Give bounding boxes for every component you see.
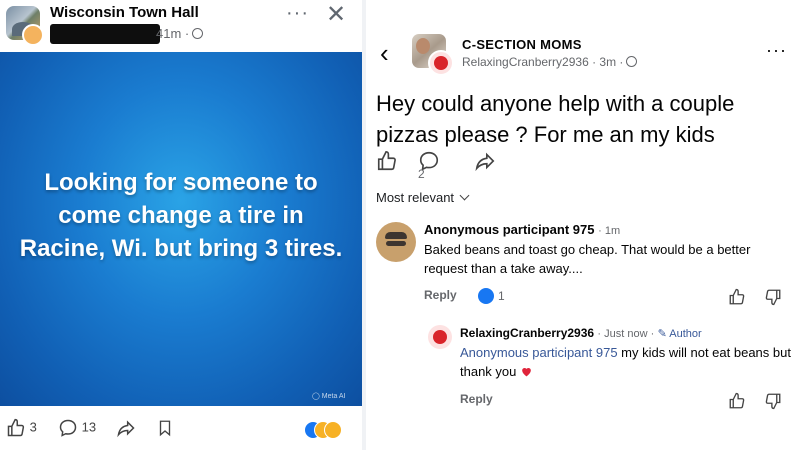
reply-author-avatar[interactable] (428, 325, 452, 349)
like-reaction-icon[interactable] (478, 288, 494, 304)
back-icon[interactable]: ‹ (380, 38, 389, 69)
left-post-panel: Wisconsin Town Hall 41m · ··· ✕ Looking … (0, 0, 362, 450)
group-name[interactable]: Wisconsin Town Hall (50, 4, 199, 21)
reply-button[interactable]: Reply (424, 288, 457, 302)
post-text: Hey could anyone help with a couple pizz… (376, 91, 735, 147)
close-icon[interactable]: ✕ (326, 0, 346, 29)
post-image[interactable]: Looking for someone to come change a tir… (0, 52, 362, 406)
share-button[interactable] (116, 418, 136, 438)
comment-text: Baked beans and toast go cheap. That wou… (424, 242, 751, 276)
reply-button[interactable]: Reply (460, 392, 493, 406)
downvote-icon[interactable] (764, 288, 782, 311)
globe-icon (626, 56, 638, 67)
wow-reaction-icon (324, 421, 342, 439)
upvote-icon[interactable] (728, 392, 746, 415)
comment-button[interactable]: 2 (418, 150, 440, 189)
post-header: Wisconsin Town Hall 41m · ··· ✕ (0, 0, 362, 52)
comment-sort-dropdown[interactable]: Most relevant (376, 190, 470, 205)
comment-actions: Reply 1 (424, 288, 794, 308)
post-subtitle: RelaxingCranberry2936 · 3m · (462, 55, 638, 69)
comment-count: 13 (81, 419, 97, 435)
post-image-text: Looking for someone to come change a tir… (19, 169, 343, 262)
thumbs-up-icon (7, 418, 25, 437)
thumbs-up-icon (377, 151, 396, 171)
right-post-panel: ‹ C-SECTION MOMS RelaxingCranberry2936 ·… (366, 0, 800, 450)
downvote-icon[interactable] (764, 392, 782, 415)
reply-text: Anonymous participant 975 my kids will n… (460, 345, 791, 379)
group-name[interactable]: C-SECTION MOMS (462, 37, 582, 52)
comment-button[interactable]: 13 (58, 418, 96, 438)
comment-time: · 1m (598, 225, 621, 237)
like-count: 3 (29, 419, 37, 435)
upvote-icon[interactable] (728, 288, 746, 311)
share-button[interactable] (474, 150, 496, 175)
like-button[interactable] (376, 150, 398, 175)
comment-author[interactable]: Anonymous participant 975 · 1m (424, 222, 620, 237)
globe-icon (192, 28, 204, 39)
redacted-author-name (50, 24, 160, 44)
share-icon (117, 420, 135, 438)
chevron-down-icon (459, 190, 470, 201)
reply-time: · Just now · (597, 328, 655, 340)
meta-ai-watermark: ◯ Meta AI (312, 393, 346, 400)
heart-icon (522, 367, 531, 377)
more-options-icon[interactable]: ··· (286, 2, 309, 25)
more-options-icon[interactable]: ··· (766, 40, 787, 61)
share-icon (475, 152, 495, 172)
anonymous-avatar[interactable] (376, 222, 416, 262)
post-actions-bar: 3 13 (0, 412, 362, 448)
sort-label: Most relevant (376, 190, 455, 205)
user-avatar[interactable] (428, 50, 454, 76)
comment-count: 2 (418, 167, 425, 181)
author-badge: ✎ Author (657, 328, 702, 340)
user-avatar[interactable] (22, 24, 44, 46)
mention-link[interactable]: Anonymous participant 975 (460, 345, 618, 360)
save-button[interactable] (156, 418, 174, 438)
post-time: 41m · (156, 26, 204, 41)
reaction-count[interactable]: 1 (498, 289, 505, 303)
reply-author[interactable]: RelaxingCranberry2936 · Just now · ✎ Aut… (460, 326, 702, 340)
like-button[interactable]: 3 (6, 418, 37, 438)
bookmark-icon (159, 420, 171, 437)
reply-actions: Reply (460, 392, 794, 412)
comment-icon (59, 419, 77, 437)
